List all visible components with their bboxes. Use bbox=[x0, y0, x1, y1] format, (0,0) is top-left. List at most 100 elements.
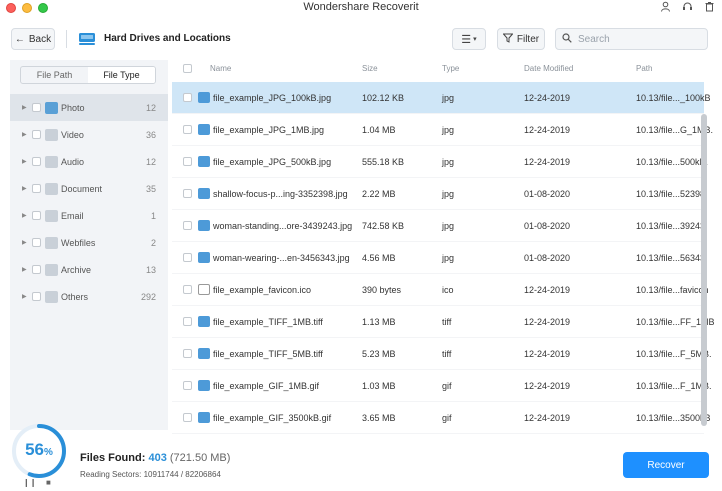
search-box bbox=[555, 28, 708, 50]
user-icon[interactable] bbox=[658, 1, 672, 15]
table-row[interactable]: file_example_JPG_100kB.jpg 102.12 KB jpg 12… bbox=[172, 82, 711, 114]
support-headset-icon[interactable] bbox=[680, 1, 694, 15]
row-checkbox[interactable] bbox=[183, 253, 192, 262]
sidebar-item-others[interactable]: ▶ Others 292 bbox=[10, 283, 168, 310]
file-path: 10.13/file...56343. bbox=[636, 253, 708, 263]
row-checkbox[interactable] bbox=[183, 381, 192, 390]
table-row[interactable]: shallow-focus-p...ing-3352398.jpg 2.22 MB… bbox=[172, 178, 708, 210]
file-table: Name Size Type Date Modified Path file_e… bbox=[172, 58, 715, 434]
files-found: Files Found: 403 (721.50 MB) bbox=[80, 452, 231, 464]
table-row[interactable]: woman-standing...ore-3439243.jpg 742.58 K… bbox=[172, 210, 708, 242]
file-type: tiff bbox=[442, 349, 452, 359]
category-count: 2 bbox=[150, 237, 156, 248]
table-row[interactable]: file_example_GIF_3500kB.gif 3.65 MB gif 12-… bbox=[172, 402, 711, 434]
expand-arrow-icon[interactable]: ▶ bbox=[22, 158, 27, 165]
category-checkbox[interactable] bbox=[32, 292, 41, 301]
expand-arrow-icon[interactable]: ▶ bbox=[22, 104, 27, 111]
column-header-path[interactable]: Path bbox=[636, 64, 652, 73]
file-size: 102.12 KB bbox=[362, 93, 405, 103]
file-name: file_example_JPG_1MB.jpg bbox=[213, 125, 325, 135]
table-row[interactable]: file_example_favicon.ico 390 bytes ico 12-2… bbox=[172, 274, 709, 306]
search-input[interactable] bbox=[578, 33, 698, 45]
column-header-date[interactable]: Date Modified bbox=[524, 64, 573, 73]
file-date: 12-24-2019 bbox=[524, 157, 571, 167]
sidebar-item-audio[interactable]: ▶ Audio 12 bbox=[10, 148, 168, 175]
file-date: 12-24-2019 bbox=[524, 381, 571, 391]
back-button[interactable]: ← Back bbox=[11, 28, 55, 50]
row-checkbox[interactable] bbox=[183, 125, 192, 134]
file-size: 742.58 KB bbox=[362, 221, 405, 231]
file-type: jpg bbox=[442, 93, 455, 103]
location-title: Hard Drives and Locations bbox=[104, 33, 231, 44]
sidebar-item-webfiles[interactable]: ▶ Webfiles 2 bbox=[10, 229, 168, 256]
row-checkbox[interactable] bbox=[183, 93, 192, 102]
table-row[interactable]: file_example_TIFF_1MB.tiff 1.13 MB tiff 12-… bbox=[172, 306, 715, 338]
column-header-size[interactable]: Size bbox=[362, 64, 378, 73]
row-checkbox[interactable] bbox=[183, 317, 192, 326]
file-size: 555.18 KB bbox=[362, 157, 405, 167]
category-checkbox[interactable] bbox=[32, 265, 41, 274]
sidebar-item-document[interactable]: ▶ Document 35 bbox=[10, 175, 168, 202]
category-checkbox[interactable] bbox=[32, 238, 41, 247]
sidebar-item-photo[interactable]: ▶ Photo 12 bbox=[10, 94, 168, 121]
list-view-icon: ☰ bbox=[461, 33, 472, 46]
sidebar-item-archive[interactable]: ▶ Archive 13 bbox=[10, 256, 168, 283]
file-size: 1.13 MB bbox=[362, 317, 396, 327]
category-checkbox[interactable] bbox=[32, 184, 41, 193]
category-count: 12 bbox=[145, 102, 156, 113]
filter-button[interactable]: Filter bbox=[497, 28, 545, 50]
tab-file-path[interactable]: File Path bbox=[21, 67, 88, 83]
email-icon bbox=[45, 209, 58, 222]
category-count: 12 bbox=[145, 156, 156, 167]
toolbar-divider bbox=[66, 30, 67, 48]
pause-icon[interactable]: ❙❙ bbox=[23, 478, 36, 487]
tab-file-type[interactable]: File Type bbox=[88, 67, 155, 83]
expand-arrow-icon[interactable]: ▶ bbox=[22, 212, 27, 219]
recover-button[interactable]: Recover bbox=[623, 452, 709, 478]
file-size: 390 bytes bbox=[362, 285, 402, 295]
sidebar-item-video[interactable]: ▶ Video 36 bbox=[10, 121, 168, 148]
table-scrollbar[interactable] bbox=[701, 114, 707, 426]
category-checkbox[interactable] bbox=[32, 103, 41, 112]
reading-sectors: Reading Sectors: 10911744 / 82206864 bbox=[80, 470, 221, 479]
expand-arrow-icon[interactable]: ▶ bbox=[22, 131, 27, 138]
table-row[interactable]: file_example_TIFF_5MB.tiff 5.23 MB tiff 12-… bbox=[172, 338, 712, 370]
row-checkbox[interactable] bbox=[183, 221, 192, 230]
filter-icon bbox=[502, 33, 514, 46]
table-row[interactable]: file_example_JPG_500kB.jpg 555.18 KB jpg 12… bbox=[172, 146, 708, 178]
column-header-name[interactable]: Name bbox=[210, 64, 231, 73]
category-checkbox[interactable] bbox=[32, 130, 41, 139]
select-all-checkbox[interactable] bbox=[183, 64, 192, 73]
file-name: file_example_GIF_3500kB.gif bbox=[213, 413, 332, 423]
generic-file-icon bbox=[198, 284, 210, 295]
file-name: woman-standing...ore-3439243.jpg bbox=[213, 221, 353, 231]
file-type: jpg bbox=[442, 253, 455, 263]
row-checkbox[interactable] bbox=[183, 413, 192, 422]
view-mode-button[interactable]: ☰ ▾ bbox=[452, 28, 486, 50]
row-checkbox[interactable] bbox=[183, 349, 192, 358]
row-checkbox[interactable] bbox=[183, 189, 192, 198]
category-checkbox[interactable] bbox=[32, 157, 41, 166]
expand-arrow-icon[interactable]: ▶ bbox=[22, 185, 27, 192]
expand-arrow-icon[interactable]: ▶ bbox=[22, 266, 27, 273]
expand-arrow-icon[interactable]: ▶ bbox=[22, 293, 27, 300]
category-checkbox[interactable] bbox=[32, 211, 41, 220]
table-row[interactable]: file_example_GIF_1MB.gif 1.03 MB gif 12-24-… bbox=[172, 370, 712, 402]
stop-icon[interactable]: ■ bbox=[46, 478, 51, 487]
category-name: Archive bbox=[61, 264, 92, 275]
category-name: Video bbox=[61, 129, 84, 140]
file-path: 10.13/file...favicon bbox=[636, 285, 709, 295]
sidebar-item-email[interactable]: ▶ Email 1 bbox=[10, 202, 168, 229]
table-row[interactable]: woman-wearing-...en-3456343.jpg 4.56 MB jp… bbox=[172, 242, 708, 274]
row-checkbox[interactable] bbox=[183, 285, 192, 294]
image-file-icon bbox=[198, 156, 210, 167]
file-size: 3.65 MB bbox=[362, 413, 396, 423]
expand-arrow-icon[interactable]: ▶ bbox=[22, 239, 27, 246]
file-name: woman-wearing-...en-3456343.jpg bbox=[213, 253, 350, 263]
row-checkbox[interactable] bbox=[183, 157, 192, 166]
trash-icon[interactable] bbox=[702, 1, 716, 15]
image-file-icon bbox=[198, 124, 210, 135]
column-header-type[interactable]: Type bbox=[442, 64, 459, 73]
table-row[interactable]: file_example_JPG_1MB.jpg 1.04 MB jpg 12-24-… bbox=[172, 114, 713, 146]
sidebar: File Path File Type ▶ Photo 12 ▶ Video 36 ▶ Aud… bbox=[10, 60, 168, 430]
